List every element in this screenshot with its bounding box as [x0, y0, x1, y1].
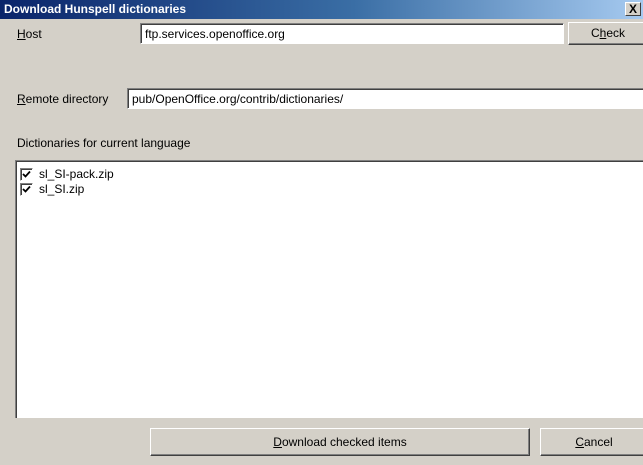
- dictionaries-heading: Dictionaries for current language: [17, 136, 191, 150]
- check-label-pre: C: [590, 26, 600, 40]
- host-input-value: ftp.services.openoffice.org: [145, 27, 285, 41]
- check-label-post: eck: [606, 26, 626, 40]
- download-checked-button[interactable]: Download checked items: [150, 428, 530, 456]
- item-checkbox[interactable]: [20, 183, 33, 196]
- cancel-button[interactable]: Cancel: [540, 428, 643, 456]
- checkmark-icon: [22, 170, 31, 178]
- check-button[interactable]: Check: [568, 22, 643, 45]
- remote-directory-label: Remote directory: [17, 92, 108, 106]
- remote-directory-label-rest: emote directory: [25, 92, 109, 106]
- dictionaries-list[interactable]: sl_SI-pack.zip sl_SI.zip: [15, 160, 643, 418]
- item-label: sl_SI.zip: [39, 182, 85, 196]
- title-bar[interactable]: Download Hunspell dictionaries X: [0, 0, 643, 19]
- host-label-rest: ost: [25, 27, 42, 41]
- remote-directory-input[interactable]: pub/OpenOffice.org/contrib/dictionaries/: [127, 88, 643, 109]
- close-icon: X: [628, 2, 637, 16]
- host-label: Host: [17, 27, 42, 41]
- download-label-accel: D: [273, 435, 282, 449]
- host-label-accel: H: [17, 27, 26, 41]
- item-label: sl_SI-pack.zip: [39, 167, 114, 181]
- item-checkbox[interactable]: [20, 168, 33, 181]
- window-title: Download Hunspell dictionaries: [4, 2, 187, 16]
- remote-directory-input-value: pub/OpenOffice.org/contrib/dictionaries/: [132, 92, 344, 106]
- download-label-rest: ownload checked items: [281, 435, 407, 449]
- host-input[interactable]: ftp.services.openoffice.org: [140, 23, 564, 44]
- checkmark-icon: [22, 185, 31, 193]
- cancel-label-accel: C: [575, 435, 584, 449]
- remote-directory-label-accel: R: [17, 92, 26, 106]
- download-dialog: Download Hunspell dictionaries X Host ft…: [0, 0, 643, 465]
- cancel-label-rest: ancel: [583, 435, 613, 449]
- close-button[interactable]: X: [625, 2, 641, 16]
